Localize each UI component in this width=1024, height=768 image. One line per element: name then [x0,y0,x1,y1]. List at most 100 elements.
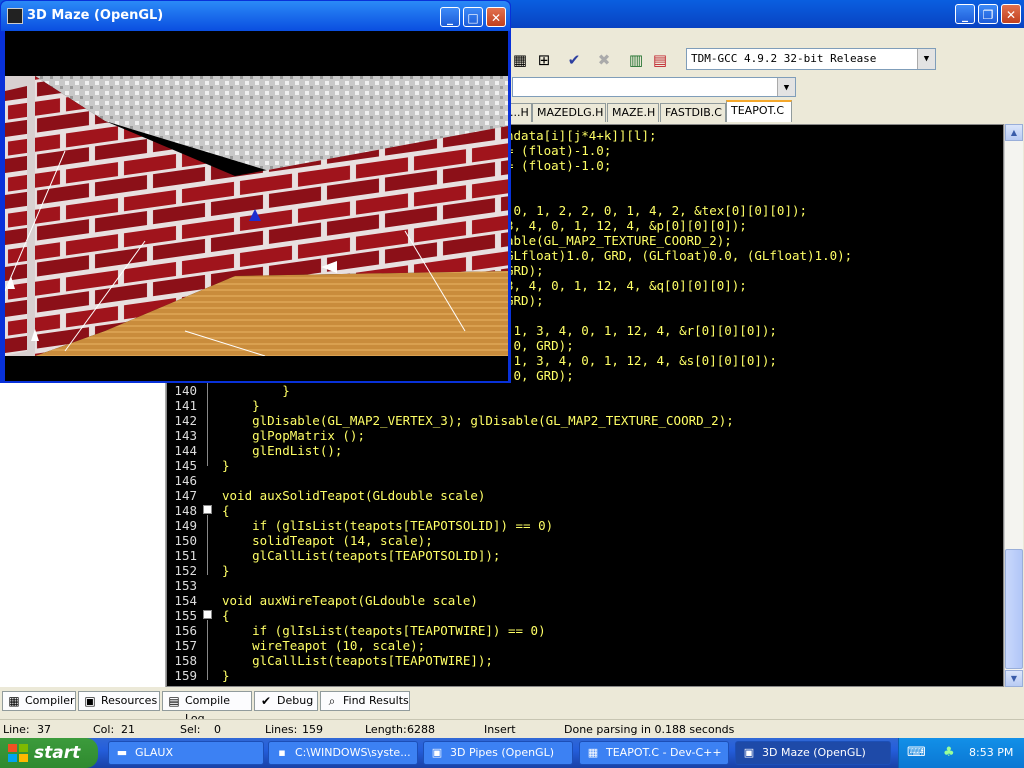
code-line[interactable]: GRD); [506,293,544,308]
code-line[interactable]: 0, GRD); [506,338,574,353]
status-length-value: 6288 [407,723,435,736]
maze-viewport[interactable] [4,31,508,381]
task-label: TEAPOT.C - Dev-C++ [606,746,722,759]
check-icon[interactable]: ✔ [564,50,584,70]
editor-scrollbar[interactable]: ▲ ▼ [1004,124,1023,687]
code-line[interactable]: } [222,398,260,413]
code-line[interactable]: wireTeapot (10, scale); [222,638,425,653]
windows-logo-icon [8,744,28,762]
status-bar: Line: 37 Col: 21 Sel: 0 Lines: 159 Lengt… [0,719,1024,739]
code-line[interactable]: GLfloat)1.0, GRD, (GLfloat)0.0, (GLfloat… [506,248,852,263]
grid-icon[interactable]: ⊞ [534,50,554,70]
scroll-up-icon[interactable]: ▲ [1005,124,1023,141]
keyboard-icon[interactable]: ⌨ [907,745,926,760]
task-console[interactable]: ▪ C:\WINDOWS\syste... [268,741,418,765]
compiler-select[interactable]: TDM-GCC 4.9.2 32-bit Release ▼ [686,48,936,70]
maximize-button[interactable]: □ [463,7,483,27]
profile-icon[interactable]: ▤ [650,50,670,70]
tab-maze-h[interactable]: MAZE.H [607,103,659,122]
close-button[interactable]: ✕ [1001,4,1021,24]
close-button[interactable]: ✕ [486,7,506,27]
clock[interactable]: 8:53 PM [969,746,1013,759]
code-line[interactable]: if (glIsList(teapots[TEAPOTWIRE]) == 0) [222,623,546,638]
code-line[interactable]: glPopMatrix (); [222,428,365,443]
tab-resources[interactable]: ▣ Resources [78,691,160,711]
code-line[interactable]: } [222,563,230,578]
fold-guide [207,515,208,575]
code-line[interactable]: 0, 1, 2, 2, 0, 1, 4, 2, &tex[0][0][0]); [506,203,808,218]
start-label: start [34,743,81,763]
code-line[interactable]: able(GL_MAP2_TEXTURE_COORD_2); [506,233,732,248]
start-button[interactable]: start [0,738,98,768]
fold-toggle-icon[interactable] [203,505,212,514]
line-number: 156 [174,623,197,638]
app-icon: ▣ [431,746,443,759]
minimize-button[interactable]: _ [955,4,975,24]
chart-icon[interactable]: ▥ [626,50,646,70]
code-line[interactable]: = (float)-1.0; [506,143,611,158]
code-line[interactable]: } [222,383,290,398]
project-browser[interactable] [0,382,166,687]
code-line[interactable]: if (glIsList(teapots[TEAPOTSOLID]) == 0) [222,518,553,533]
code-line[interactable]: { [222,503,230,518]
code-line[interactable]: } [222,458,230,473]
system-tray: ⌨ ♣ 8:53 PM [898,738,1024,768]
task-3d-pipes[interactable]: ▣ 3D Pipes (OpenGL) [423,741,573,765]
chevron-down-icon[interactable]: ▼ [917,49,935,69]
code-line[interactable]: void auxSolidTeapot(GLdouble scale) [222,488,485,503]
line-number: 159 [174,668,197,683]
status-sel-label: Sel: [180,723,201,736]
code-line[interactable]: glEndList(); [222,443,342,458]
code-line[interactable]: glDisable(GL_MAP2_VERTEX_3); glDisable(G… [222,413,734,428]
palette-icon[interactable]: ▦ [510,50,530,70]
console-icon: ▪ [278,746,286,759]
code-line[interactable]: 0, GRD); [506,368,574,383]
scroll-down-icon[interactable]: ▼ [1005,670,1023,687]
code-line[interactable]: } [222,668,230,683]
tab-find-results[interactable]: ⌕ Find Results [320,691,410,711]
code-line[interactable]: GRD); [506,263,544,278]
network-icon[interactable]: ♣ [943,745,955,760]
code-line[interactable]: = (float)-1.0; [506,158,611,173]
tab-compile-log[interactable]: ▤Compile Log [162,691,252,725]
code-line[interactable]: glCallList(teapots[TEAPOTWIRE]); [222,653,493,668]
tab-label: Debug [277,694,314,707]
taskbar: start ▬ GLAUX ▪ C:\WINDOWS\syste... ▣ 3D Pi… [0,738,1024,768]
task-3d-maze[interactable]: ▣ 3D Maze (OpenGL) [735,741,891,765]
code-line[interactable]: void auxWireTeapot(GLdouble scale) [222,593,478,608]
restore-button[interactable]: ❐ [978,4,998,24]
code-line[interactable]: glCallList(teapots[TEAPOTSOLID]); [222,548,500,563]
resources-icon: ▣ [84,694,96,708]
find-results-icon: ⌕ [328,694,336,708]
code-line[interactable]: 3, 4, 0, 1, 12, 4, &q[0][0][0]); [506,278,747,293]
tab-debug[interactable]: ✔ Debug [254,691,318,711]
folder-icon: ▬ [116,746,128,759]
tab-compiler[interactable]: ▦ Compiler [2,691,76,711]
scope-select[interactable]: ▼ [512,77,796,97]
task-label: C:\WINDOWS\syste... [295,746,411,759]
delete-icon[interactable]: ✖ [594,50,614,70]
task-devcpp[interactable]: ▦ TEAPOT.C - Dev-C++ [579,741,729,765]
tab-teapot-c[interactable]: TEAPOT.C [726,100,792,122]
code-line[interactable]: ndata[i][j*4+k]][l]; [506,128,657,143]
line-number: 154 [174,593,197,608]
fold-guide [207,381,208,466]
app-icon[interactable] [7,8,23,24]
line-number: 148 [174,503,197,518]
chevron-down-icon[interactable]: ▼ [777,78,795,96]
code-line[interactable]: solidTeapot (14, scale); [222,533,433,548]
fold-toggle-icon[interactable] [203,610,212,619]
app-icon: ▣ [743,746,755,759]
tab-mazedlg-h[interactable]: MAZEDLG.H [532,103,606,122]
line-number: 142 [174,413,197,428]
code-line[interactable]: { [222,608,230,623]
minimize-button[interactable]: _ [440,7,460,27]
task-label: 3D Maze (OpenGL) [762,746,866,759]
maze-titlebar[interactable]: 3D Maze (OpenGL) _ □ ✕ [1,1,510,31]
code-line[interactable]: 3, 4, 0, 1, 12, 4, &p[0][0][0]); [506,218,747,233]
code-line[interactable]: 1, 3, 4, 0, 1, 12, 4, &r[0][0][0]); [506,323,777,338]
scroll-thumb[interactable] [1005,549,1023,669]
task-glaux[interactable]: ▬ GLAUX [108,741,264,765]
tab-fastdib-c[interactable]: FASTDIB.C [660,103,726,122]
code-line[interactable]: 1, 3, 4, 0, 1, 12, 4, &s[0][0][0]); [506,353,777,368]
